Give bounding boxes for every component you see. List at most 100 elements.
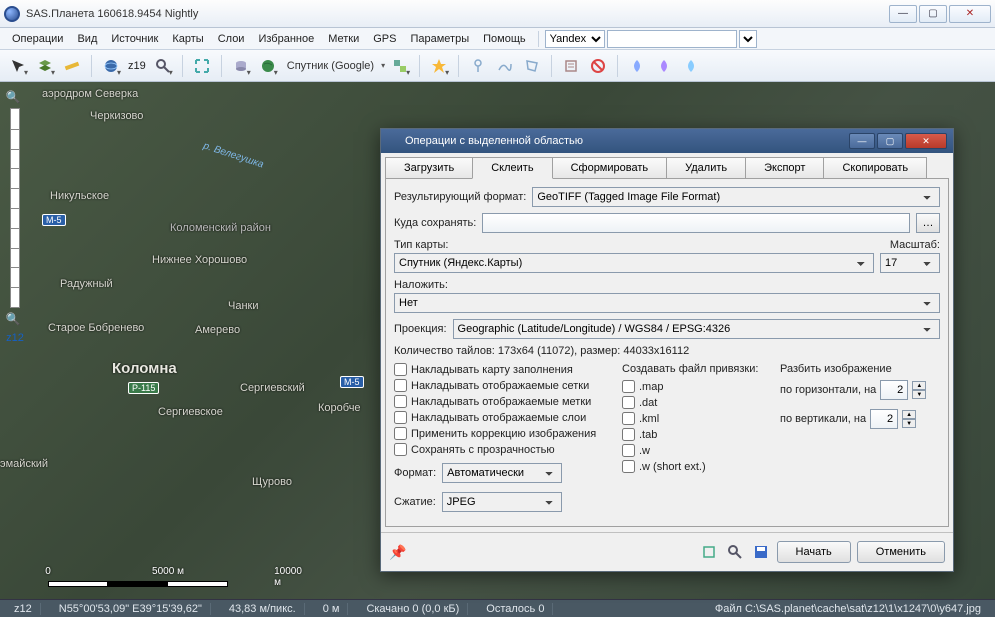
georef-wshort-checkbox[interactable]: [622, 460, 635, 473]
menu-source[interactable]: Источник: [105, 31, 164, 47]
split-v-up[interactable]: ▲: [902, 410, 916, 419]
status-mpx: 43,83 м/пикс.: [221, 603, 305, 615]
overlay-select[interactable]: Нет: [394, 293, 940, 313]
zoom-in-button[interactable]: 🔍: [4, 88, 22, 106]
menu-maps[interactable]: Карты: [166, 31, 209, 47]
split-h-input[interactable]: [880, 380, 908, 400]
overlay-fill-label: Накладывать карту заполнения: [411, 364, 573, 376]
cache-source-button[interactable]: [229, 54, 253, 78]
overlay-marks-label: Накладывать отображаемые метки: [411, 396, 591, 408]
start-button[interactable]: Начать: [777, 541, 851, 563]
menu-marks[interactable]: Метки: [322, 31, 365, 47]
fit-selection-icon[interactable]: [699, 542, 719, 562]
compression-select[interactable]: JPEG: [442, 492, 562, 512]
save-alpha-checkbox[interactable]: [394, 443, 407, 456]
dialog-title: Операции с выделенной областью: [405, 135, 583, 147]
split-h-down[interactable]: ▼: [912, 390, 926, 399]
tab-export[interactable]: Экспорт: [745, 157, 824, 179]
app-icon: [4, 6, 20, 22]
save-selection-icon[interactable]: [751, 542, 771, 562]
result-format-select[interactable]: GeoTIFF (Tagged Image File Format): [532, 187, 940, 207]
tab-download[interactable]: Загрузить: [385, 157, 473, 179]
search-input[interactable]: [607, 30, 737, 48]
zoom-tool-button[interactable]: [151, 54, 175, 78]
georef-w-checkbox[interactable]: [622, 444, 635, 457]
scale-select[interactable]: 17: [880, 253, 940, 273]
dialog-minimize-button[interactable]: —: [849, 133, 875, 149]
search-engine-select[interactable]: Yandex: [545, 30, 605, 48]
dialog-titlebar[interactable]: Операции с выделенной областью — ▢ ✕: [381, 129, 953, 153]
projection-label: Проекция:: [394, 323, 447, 335]
cancel-button[interactable]: Отменить: [857, 541, 945, 563]
gps-connect-button[interactable]: [625, 54, 649, 78]
dialog-icon: [387, 134, 401, 148]
map-label: Коломенский район: [170, 222, 271, 234]
overlay-marks-checkbox[interactable]: [394, 395, 407, 408]
status-alt: 0 м: [315, 603, 349, 615]
overlay-grids-checkbox[interactable]: [394, 379, 407, 392]
search-history-dropdown[interactable]: [739, 30, 757, 48]
split-v-input[interactable]: [870, 409, 898, 429]
map-globe-button[interactable]: [256, 54, 280, 78]
dialog-close-button[interactable]: ✕: [905, 133, 947, 149]
menu-help[interactable]: Помощь: [477, 31, 532, 47]
marker-pin-button[interactable]: [466, 54, 490, 78]
fullscreen-button[interactable]: [190, 54, 214, 78]
zoom-out-button[interactable]: 🔍: [4, 310, 22, 328]
menu-favorites[interactable]: Избранное: [252, 31, 320, 47]
pin-icon[interactable]: 📌: [389, 544, 406, 561]
browse-button[interactable]: …: [916, 213, 940, 233]
map-layers-button[interactable]: [388, 54, 412, 78]
globe-internet-button[interactable]: [99, 54, 123, 78]
tab-copy[interactable]: Скопировать: [823, 157, 927, 179]
menu-operations[interactable]: Операции: [6, 31, 69, 47]
map-label: Чанки: [228, 300, 258, 312]
dialog-maximize-button[interactable]: ▢: [877, 133, 903, 149]
zoom-selection-icon[interactable]: [725, 542, 745, 562]
zoom-slider[interactable]: [10, 108, 20, 308]
georef-dat-checkbox[interactable]: [622, 396, 635, 409]
layers-tool-button[interactable]: [33, 54, 57, 78]
map-label: Никульское: [50, 190, 109, 202]
image-correction-checkbox[interactable]: [394, 427, 407, 440]
georef-map-checkbox[interactable]: [622, 380, 635, 393]
map-type-select[interactable]: Спутник (Яндекс.Карты): [394, 253, 874, 273]
maximize-button[interactable]: ▢: [919, 5, 947, 23]
split-h-up[interactable]: ▲: [912, 381, 926, 390]
gps-center-button[interactable]: [679, 54, 703, 78]
favorite-star-button[interactable]: [427, 54, 451, 78]
split-v-down[interactable]: ▼: [902, 419, 916, 428]
split-v-label: по вертикали, на: [780, 413, 866, 425]
georef-kml-label: .kml: [639, 413, 659, 425]
select-tool-button[interactable]: [6, 54, 30, 78]
georef-kml-checkbox[interactable]: [622, 412, 635, 425]
tab-generate[interactable]: Сформировать: [552, 157, 668, 179]
overlay-layers-checkbox[interactable]: [394, 411, 407, 424]
img-format-select[interactable]: Автоматически: [442, 463, 562, 483]
marks-list-button[interactable]: [559, 54, 583, 78]
status-downloaded: Скачано 0 (0,0 кБ): [358, 603, 468, 615]
overlay-label: Наложить:: [394, 279, 448, 291]
menu-view[interactable]: Вид: [71, 31, 103, 47]
hide-marks-button[interactable]: [586, 54, 610, 78]
status-zoom: z12: [6, 603, 41, 615]
overlay-fill-checkbox[interactable]: [394, 363, 407, 376]
menu-layers[interactable]: Слои: [212, 31, 251, 47]
menu-gps[interactable]: GPS: [367, 31, 402, 47]
polygon-tool-button[interactable]: [520, 54, 544, 78]
save-path-input[interactable]: [482, 213, 910, 233]
path-tool-button[interactable]: [493, 54, 517, 78]
georef-tab-checkbox[interactable]: [622, 428, 635, 441]
map-source-label[interactable]: Спутник (Google): [283, 60, 378, 72]
gps-track-button[interactable]: [652, 54, 676, 78]
menu-params[interactable]: Параметры: [404, 31, 475, 47]
scale-label: 10000 м: [274, 566, 302, 588]
road-shield: М-5: [42, 214, 66, 226]
minimize-button[interactable]: —: [889, 5, 917, 23]
ruler-tool-button[interactable]: [60, 54, 84, 78]
scale-label: Масштаб:: [890, 239, 940, 251]
tab-stitch[interactable]: Склеить: [472, 157, 552, 179]
close-button[interactable]: ✕: [949, 5, 991, 23]
projection-select[interactable]: Geographic (Latitude/Longitude) / WGS84 …: [453, 319, 940, 339]
tab-delete[interactable]: Удалить: [666, 157, 746, 179]
